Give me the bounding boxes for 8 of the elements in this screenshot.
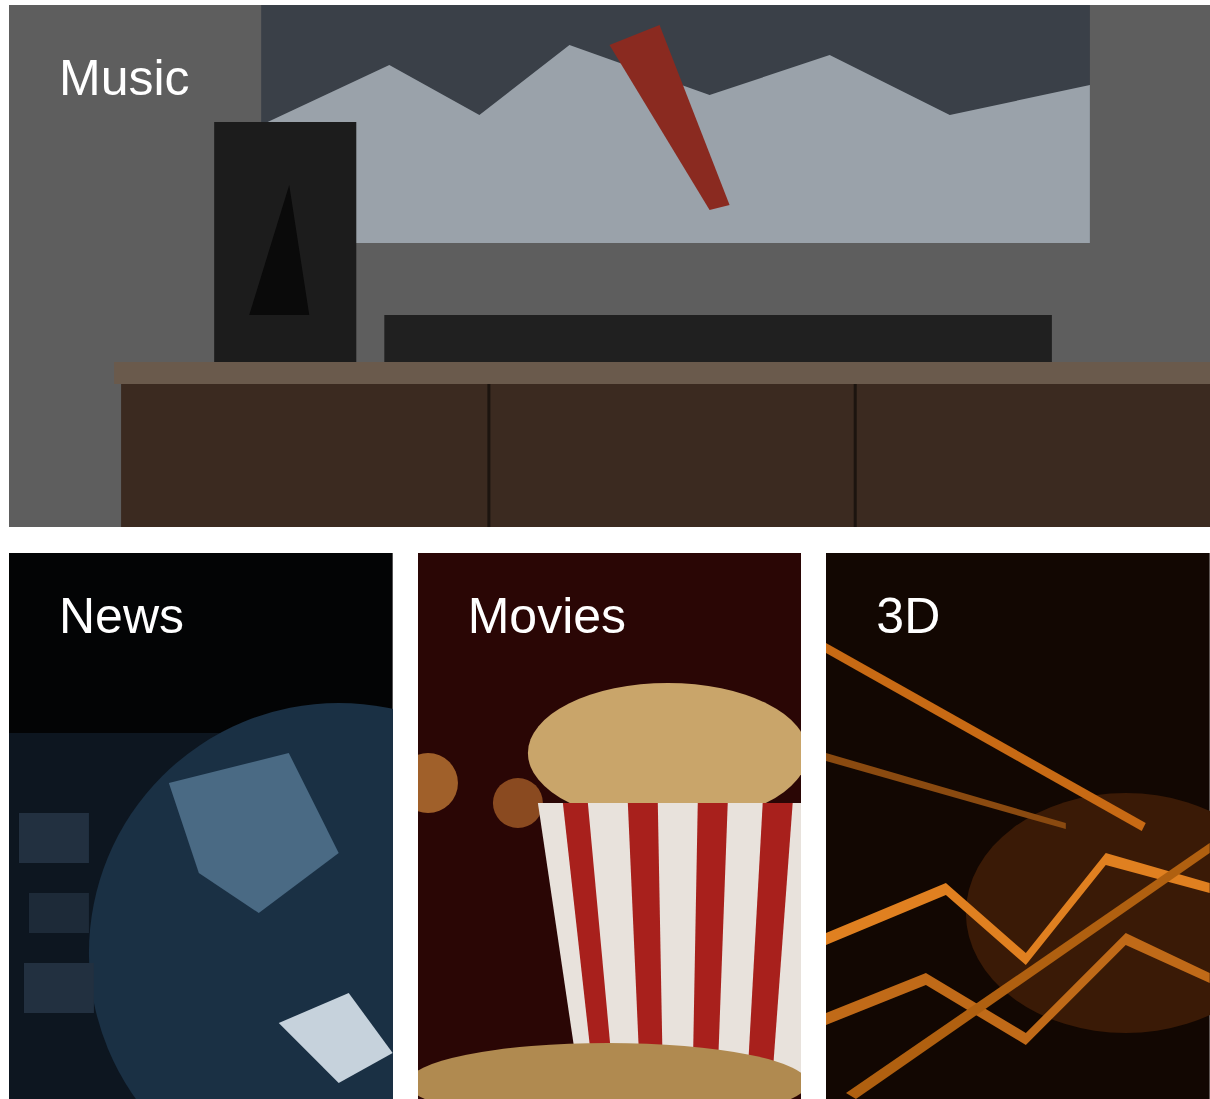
category-title: News (59, 588, 185, 644)
category-title: Movies (467, 588, 627, 644)
category-card[interactable]: Movies (417, 553, 802, 1099)
category-card[interactable]: News (9, 553, 393, 1099)
category-title: Music (59, 50, 190, 106)
category-title: 3D (876, 588, 941, 644)
music-category-card[interactable]: Music (9, 5, 1210, 527)
category-card[interactable]: 3D (826, 553, 1210, 1099)
